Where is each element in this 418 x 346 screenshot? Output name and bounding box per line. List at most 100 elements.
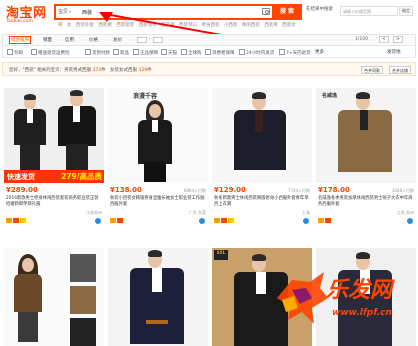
price-max-input[interactable] [153, 37, 163, 43]
product-title[interactable]: 名威逸冬季男装加厚休闲西装男士呢子大衣中年商务西服外套 [318, 196, 414, 208]
product-location: 江苏苏州 [86, 210, 102, 215]
hot-link[interactable]: 修身西装 [202, 23, 220, 28]
notice-unit: 件 [147, 68, 152, 73]
filter-24h-ship[interactable]: 24小时内发货 [239, 49, 274, 56]
badge-icon [214, 218, 220, 223]
sort-comprehensive[interactable]: 综合排序 [9, 36, 31, 44]
wangwang-icon[interactable] [199, 218, 205, 224]
hot-link[interactable]: 小西装 [224, 23, 238, 28]
product-price: ¥138.00 [110, 186, 142, 194]
sort-price[interactable]: 价格 [89, 37, 98, 43]
product-card[interactable]: 浪漫千容 ¥138.00 6864人付款 秋装小西装女韩版修身显瘦长袖女士职业装… [108, 88, 208, 241]
price-min-input[interactable] [137, 37, 147, 43]
product-location: 上海 [302, 210, 310, 215]
product-title[interactable]: 2016新款男士修身休闲西装套装商务职业装正装结婚新郎伴郎礼服 [6, 196, 102, 208]
wangwang-icon[interactable] [303, 218, 309, 224]
product-card[interactable]: 名威逸 ¥178.00 1008人付款 名威逸冬季男装加厚休闲西装男士呢子大衣中… [316, 88, 416, 241]
badge-icon [20, 218, 26, 223]
product-sales: 1008人付款 [391, 188, 414, 193]
sort-sales[interactable]: 销量 [43, 37, 52, 43]
search-in-results-label[interactable]: 在结果中搜索 [306, 6, 333, 12]
badges [110, 218, 124, 225]
search-type-dropdown[interactable]: 宝贝▾ [58, 8, 71, 15]
filter-return-insurance[interactable]: 赠送退货运费险 [31, 49, 70, 56]
product-image[interactable]: 名威逸 [316, 88, 416, 183]
product-image[interactable]: 浪漫千容 [108, 88, 208, 183]
badge-icon [13, 218, 19, 223]
related-notice: 您好，"西装" 相关的宝贝：男装男式西服 374件 女装女式西服 329件 合并… [2, 62, 416, 76]
product-image[interactable] [108, 248, 208, 346]
hot-links: 男 女 西装外套 西装裙 西装套装 西装领带 西装裤 西装领口 修身西装 小西装… [58, 22, 299, 28]
hot-link[interactable]: 男 [58, 23, 63, 28]
badge-icon [228, 218, 234, 223]
filter-genuine[interactable]: 正品保障 [133, 49, 158, 56]
badge-icon [110, 218, 116, 223]
badges [6, 218, 27, 225]
promo-banner: 快速发货 279/高品质 [4, 170, 104, 183]
product-title[interactable]: 秋冬新款男士休闲西装韩版修身小西服外套青年单西上衣潮 [214, 196, 310, 208]
notice-link-women[interactable]: 女装女式西服 [110, 68, 138, 73]
merge-same-button[interactable]: 合并同款 [361, 66, 383, 74]
product-price: ¥178.00 [318, 186, 350, 194]
product-card[interactable]: ¥129.00 7744人付款 秋冬新款男士休闲西装韩版修身小西服外套青年单西上… [212, 88, 312, 241]
prev-page-button[interactable]: < [379, 36, 389, 43]
watermark: 乐发网 www.lfpf.cn [272, 262, 418, 346]
sub-search-input[interactable]: 请输入价格范围 [340, 6, 398, 16]
hot-link[interactable]: 女 [67, 23, 72, 28]
filter-new[interactable]: 新品 [113, 49, 129, 56]
product-image[interactable] [212, 88, 312, 183]
hot-link[interactable]: 西装外套 [76, 23, 94, 28]
hot-link[interactable]: 西装女 [282, 23, 296, 28]
hot-link[interactable]: 西装领带 [139, 23, 157, 28]
search-button[interactable]: 搜 索 [272, 4, 302, 20]
product-card[interactable] [4, 248, 104, 346]
hot-link[interactable]: 西装男 [264, 23, 278, 28]
filter-consumer-guarantee[interactable]: 消费者保障 [205, 49, 235, 56]
filter-ship-from[interactable]: 发货地 [387, 49, 401, 55]
wangwang-icon[interactable] [95, 218, 101, 224]
search-input[interactable] [82, 7, 262, 17]
sub-search-button[interactable]: 确定 [399, 6, 413, 16]
product-card[interactable] [108, 248, 208, 346]
header: 淘宝网 Taobao.com 宝贝▾ 搜 索 在结果中搜索 请输入价格范围 确定… [0, 0, 418, 30]
hot-link[interactable]: 西装套装 [116, 23, 134, 28]
filter-tmall[interactable]: 天猫 [161, 49, 177, 56]
badge-icon [325, 218, 331, 223]
product-card[interactable]: 快速发货 279/高品质 ¥289.00 2016新款男士修身休闲西装套装商务职… [4, 88, 104, 241]
wangwang-icon[interactable] [407, 218, 413, 224]
filter-more[interactable]: 更多 [315, 49, 324, 55]
hot-link[interactable]: 西装领口 [179, 23, 197, 28]
next-page-button[interactable]: > [393, 36, 403, 43]
search-box: 宝贝▾ 搜 索 [54, 4, 302, 20]
filter-free-shipping[interactable]: 包邮 [7, 49, 23, 56]
promo-right-text: 279/高品质 [61, 172, 102, 181]
notice-link-men[interactable]: 男装男式西服 [64, 68, 92, 73]
notice-prefix: 您好，"西装" 相关的宝贝： [9, 68, 65, 73]
product-location: 江苏 苏州 [396, 210, 414, 215]
brand-logo: SXL [214, 250, 228, 260]
sort-total[interactable]: 总价 [113, 37, 122, 43]
product-sales: 6864人付款 [183, 188, 206, 193]
filter-bar: 包邮 赠送退货运费险 货到付款 新品 正品保障 天猫 全球购 消费者保障 24小… [2, 46, 416, 58]
taobao-logo[interactable]: 淘宝网 Taobao.com [6, 2, 47, 24]
badge-icon [6, 218, 12, 223]
notice-text: 您好，"西装" 相关的宝贝：男装男式西服 374件 女装女式西服 329件 [9, 67, 152, 73]
product-title[interactable]: 秋装小西装女韩版修身显瘦长袖女士职业装工作服西服外套 [110, 196, 206, 208]
filter-7day-return[interactable]: 7+天内退货 [279, 49, 311, 56]
merge-shop-button[interactable]: 合并店铺 [389, 66, 411, 74]
hot-link[interactable]: 西装裙 [98, 23, 112, 28]
swatch-image [70, 318, 96, 346]
filter-global[interactable]: 全球购 [181, 49, 202, 56]
product-image[interactable]: 快速发货 279/高品质 [4, 88, 104, 183]
badges [318, 218, 332, 225]
product-image[interactable] [4, 248, 104, 346]
sort-credit[interactable]: 信用 [65, 37, 74, 43]
notice-count-women: 329 [138, 68, 148, 73]
camera-icon[interactable] [262, 8, 270, 15]
hot-link[interactable]: 西装裤 [161, 23, 175, 28]
chevron-down-icon: ▾ [69, 9, 72, 14]
filter-cod[interactable]: 货到付款 [85, 49, 110, 56]
swatch-image [70, 286, 96, 314]
product-sales: 7744人付款 [287, 188, 310, 193]
hot-link[interactable]: 休闲西装 [242, 23, 260, 28]
